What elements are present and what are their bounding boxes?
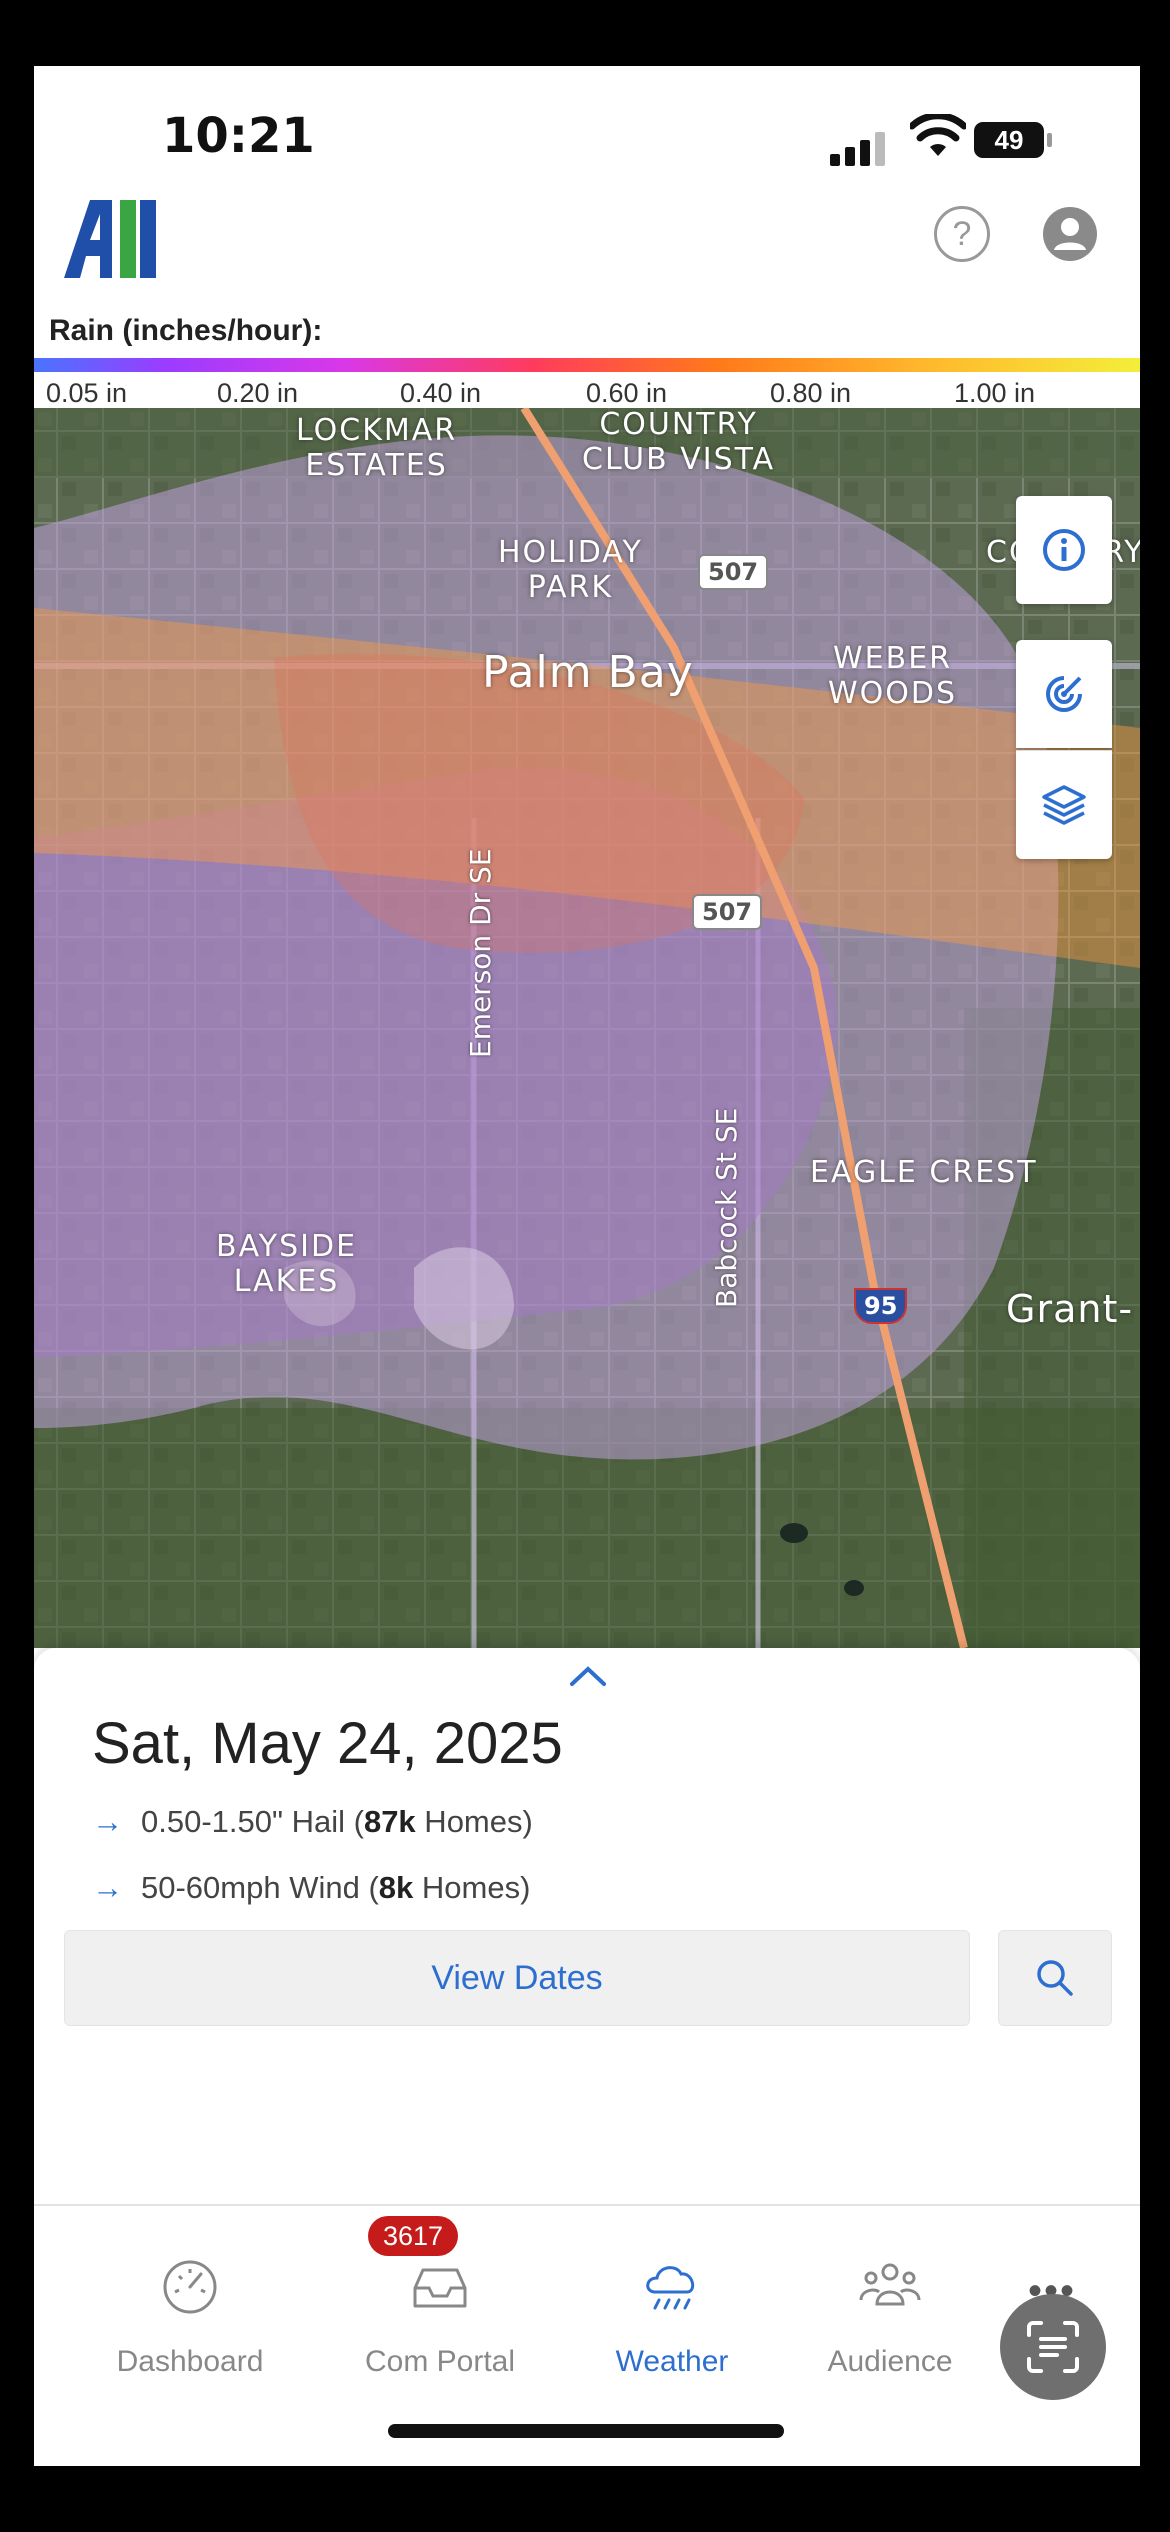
wifi-icon [910,114,966,156]
legend-tick: 0.40 in [400,378,482,408]
route-shield-507: 507 [698,554,769,590]
hail-event-link[interactable]: → 0.50-1.50" Hail (87k Homes) [92,1804,533,1840]
map-label-bayside-lakes: BAYSIDE LAKES [216,1229,358,1299]
cloud-rain-icon [646,2266,695,2310]
nav-dashboard[interactable]: Dashboard [90,2252,290,2379]
nav-label: Dashboard [116,2345,264,2378]
map-layers-button[interactable] [1016,750,1112,859]
speedometer-icon [163,2260,217,2314]
nav-com-portal[interactable]: Com Portal [340,2252,540,2379]
map-info-button[interactable] [1016,496,1112,604]
wind-event-link[interactable]: → 50-60mph Wind (8k Homes) [92,1870,530,1906]
info-icon [1043,529,1085,571]
search-icon [1037,1960,1073,1996]
road-label-emerson: Emerson Dr SE [464,848,497,1058]
map-label-weber-woods: WEBER WOODS [828,641,958,711]
legend-tick: 1.00 in [954,378,1036,408]
interstate-shield-95: 95 [854,1288,908,1324]
notification-badge: 3617 [368,2216,458,2256]
cellular-signal-icon [830,132,885,166]
nav-label: Com Portal [364,2345,516,2378]
map-radar-button[interactable] [1016,640,1112,748]
map-label-eagle-crest: EAGLE CREST [810,1155,1038,1190]
map-label-lockmar-estates: LOCKMAR ESTATES [296,413,458,483]
map-label-country-club-vista: COUNTRY CLUB VISTA [582,408,776,477]
map-label-grant: Grant- [1006,1287,1134,1331]
legend-tick: 0.60 in [586,378,668,408]
route-shield-507: 507 [692,894,763,930]
scan-text-button[interactable] [1000,2294,1106,2400]
search-button[interactable] [998,1930,1112,2026]
legend-title: Rain (inches/hour): [49,314,323,347]
home-indicator [388,2424,784,2438]
weather-map[interactable]: LOCKMAR ESTATES COUNTRY CLUB VISTA COUNT… [34,408,1140,1648]
rain-color-scale [34,358,1140,372]
status-time: 10:21 [162,108,315,164]
legend-tick: 0.20 in [217,378,299,408]
inbox-icon [413,2268,467,2308]
battery-level: 49 [994,125,1024,155]
radar-icon [1046,676,1082,712]
map-label-palm-bay: Palm Bay [482,647,694,698]
nav-label: Weather [615,2345,729,2378]
storm-details-panel: Sat, May 24, 2025 → 0.50-1.50" Hail (87k … [34,1648,1140,2208]
arrow-right-icon: → [92,1870,123,1905]
storm-date: Sat, May 24, 2025 [92,1711,563,1776]
nav-weather[interactable]: Weather [572,2252,772,2379]
phone-screen: 10:21 49 ? Rain (inches/hour): 0.05 in 0… [34,66,1140,2466]
legend-tick: 0.80 in [770,378,852,408]
nav-audience[interactable]: Audience [790,2252,990,2379]
people-icon [859,2263,921,2306]
app-logo[interactable] [64,200,156,278]
legend-tick: 0.05 in [46,378,128,408]
chevron-up-icon[interactable] [568,1664,608,1688]
help-icon[interactable]: ? [934,206,990,262]
road-label-babcock: Babcock St SE [710,1107,743,1308]
map-label-holiday-park: HOLIDAY PARK [498,535,643,605]
account-icon[interactable] [1042,206,1098,262]
view-dates-button[interactable]: View Dates [64,1930,970,2026]
legend-ticks: 0.05 in 0.20 in 0.40 in 0.60 in 0.80 in … [34,372,1140,408]
arrow-right-icon: → [92,1804,123,1839]
nav-label: Audience [827,2345,953,2378]
scan-text-icon [1027,2321,1079,2373]
battery-indicator: 49 [974,122,1054,158]
layers-icon [1042,785,1086,825]
